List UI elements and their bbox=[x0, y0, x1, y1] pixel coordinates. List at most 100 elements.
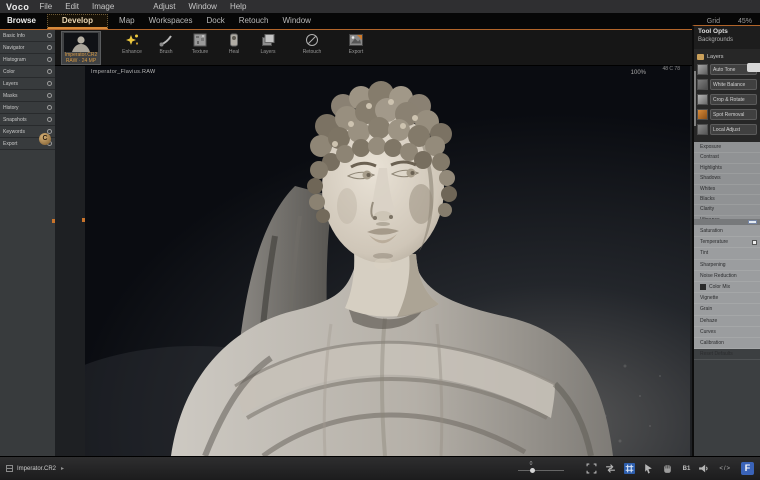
layers-icon bbox=[262, 34, 275, 46]
menu-window[interactable]: Window bbox=[189, 2, 217, 11]
panel-scrollbar[interactable] bbox=[694, 71, 696, 126]
adjustment-item[interactable]: Contrast bbox=[694, 153, 760, 164]
sidebar-item-histogram[interactable]: Histogram bbox=[0, 54, 55, 66]
panel-toggle-icon[interactable] bbox=[47, 45, 52, 50]
thumbnail-caption-2: RAW · 24 MP bbox=[65, 58, 97, 64]
export-tool-button[interactable]: Export bbox=[339, 33, 373, 55]
panel-toggle-icon[interactable] bbox=[47, 117, 52, 122]
panel-flyout-tab[interactable] bbox=[747, 63, 760, 72]
zoom-percentage[interactable]: 45% bbox=[738, 18, 752, 25]
tool-row-spot-removal[interactable]: Spot Removal bbox=[697, 107, 757, 122]
zoom-slider-knob[interactable] bbox=[529, 467, 535, 473]
statue-image[interactable] bbox=[85, 66, 690, 456]
thumbnail-image bbox=[64, 33, 98, 52]
sidebar-item-navigator[interactable]: Navigator bbox=[0, 42, 55, 54]
tab-workspaces[interactable]: Workspaces bbox=[142, 14, 200, 28]
adjustment-item[interactable]: Curves bbox=[694, 327, 760, 338]
photo-export-icon bbox=[349, 34, 363, 46]
tools-section-label: Layers bbox=[707, 53, 724, 60]
brush-tool-button[interactable]: Brush bbox=[149, 33, 183, 55]
zoom-slider-track[interactable] bbox=[517, 469, 564, 471]
menu-file[interactable]: File bbox=[39, 2, 52, 11]
grid-view-icon-active[interactable] bbox=[623, 463, 635, 474]
adjustment-item[interactable]: Grain bbox=[694, 304, 760, 316]
adjustment-item[interactable]: Temperature bbox=[694, 237, 760, 249]
tab-develop-active[interactable]: Develop bbox=[46, 13, 109, 29]
speaker-icon[interactable] bbox=[698, 463, 709, 474]
sidebar-item-layers[interactable]: Layers bbox=[0, 78, 55, 90]
tool-thumb-icon bbox=[697, 64, 708, 75]
thumbnail-grid-icon[interactable] bbox=[6, 465, 13, 472]
sidebar-item-basic-info[interactable]: Basic Info bbox=[0, 30, 55, 42]
adjustment-item[interactable]: Highlights bbox=[694, 164, 760, 175]
sidebar-item-color[interactable]: Color bbox=[0, 66, 55, 78]
pointer-icon[interactable] bbox=[643, 463, 654, 474]
tool-row-white-balance[interactable]: White Balance bbox=[697, 77, 757, 92]
tab-dock[interactable]: Dock bbox=[199, 14, 231, 28]
menu-edit[interactable]: Edit bbox=[65, 2, 79, 11]
adjustment-item[interactable]: Shadows bbox=[694, 174, 760, 185]
texture-tool-button[interactable]: Texture bbox=[183, 33, 217, 55]
zoom-slider-value: 0 bbox=[529, 460, 533, 467]
adjustment-item[interactable]: Noise Reduction bbox=[694, 271, 760, 282]
adjustment-item[interactable]: Color Mix bbox=[694, 282, 760, 294]
checkbox-icon[interactable] bbox=[752, 239, 757, 245]
panel-toggle-icon[interactable] bbox=[47, 93, 52, 98]
panel-toggle-icon[interactable] bbox=[47, 57, 52, 62]
sidebar-item-snapshots[interactable]: Snapshots bbox=[0, 114, 55, 126]
tab-map[interactable]: Map bbox=[112, 14, 142, 28]
filmstrip-thumbnail[interactable]: Imperator.CR2 RAW · 24 MP bbox=[61, 31, 101, 65]
heal-tool-button[interactable]: Heal bbox=[217, 33, 251, 55]
adjustment-item[interactable]: Vignette bbox=[694, 293, 760, 305]
sync-badge-icon[interactable]: C bbox=[39, 133, 51, 145]
tool-thumb-icon bbox=[697, 79, 708, 90]
retouch-tool-button[interactable]: Retouch bbox=[295, 33, 329, 55]
panel-toggle-icon[interactable] bbox=[47, 33, 52, 38]
filename-caret-icon[interactable]: ▸ bbox=[61, 465, 64, 472]
adjustment-item[interactable]: Whites bbox=[694, 185, 760, 195]
app-share-badge[interactable]: F bbox=[741, 462, 754, 475]
canvas-area: Imperator_Flavius.RAW 100% 48 C 78 bbox=[55, 66, 692, 456]
menu-image[interactable]: Image bbox=[92, 2, 114, 11]
adjustment-item[interactable]: Saturation bbox=[694, 226, 760, 238]
flip-compare-icon[interactable] bbox=[605, 463, 616, 474]
pan-hand-icon[interactable] bbox=[662, 463, 673, 474]
adjustment-item[interactable]: Exposure bbox=[694, 143, 760, 154]
image-filename-overlay: Imperator_Flavius.RAW bbox=[91, 69, 156, 75]
code-view-button[interactable]: </> bbox=[719, 466, 731, 472]
tool-row-local-adjust[interactable]: Local Adjust bbox=[697, 122, 757, 137]
grid-view-toggle[interactable]: Grid bbox=[707, 18, 720, 25]
tools-section-row[interactable]: Layers bbox=[697, 51, 757, 62]
layers-tool-button[interactable]: Layers bbox=[251, 33, 285, 55]
adjustment-item[interactable]: Sharpening bbox=[694, 260, 760, 271]
enhance-tool-button[interactable]: Enhance bbox=[115, 33, 149, 55]
compass-icon bbox=[306, 34, 318, 46]
tab-browse[interactable]: Browse bbox=[0, 14, 43, 28]
divider-chip-button[interactable] bbox=[748, 220, 757, 224]
photo-editor-window: Voco File Edit Image Adjust Window Help … bbox=[0, 0, 760, 480]
bit-depth-indicator[interactable]: B1 bbox=[683, 466, 691, 472]
menu-adjust[interactable]: Adjust bbox=[153, 2, 175, 11]
tool-thumb-icon-orange bbox=[697, 109, 708, 120]
tab-retouch[interactable]: Retouch bbox=[232, 14, 276, 28]
right-panel-header: Tool Opts Backgrounds bbox=[694, 26, 760, 49]
texture-icon bbox=[193, 33, 207, 47]
adjustment-item[interactable]: Blacks bbox=[694, 195, 760, 206]
sidebar-item-history[interactable]: History bbox=[0, 102, 55, 114]
menu-help[interactable]: Help bbox=[230, 2, 246, 11]
panel-toggle-icon[interactable] bbox=[47, 105, 52, 110]
menu-bar: Voco File Edit Image Adjust Window Help bbox=[0, 0, 760, 13]
tab-window[interactable]: Window bbox=[276, 14, 318, 28]
zoom-slider[interactable]: 0 bbox=[517, 460, 564, 474]
panel-toggle-icon[interactable] bbox=[47, 69, 52, 74]
adjustment-item[interactable]: Tint bbox=[694, 248, 760, 260]
sidebar-item-masks[interactable]: Masks bbox=[0, 90, 55, 102]
fit-screen-icon[interactable] bbox=[586, 463, 597, 474]
panel-toggle-icon[interactable] bbox=[47, 81, 52, 86]
adjustment-item[interactable]: Clarity bbox=[694, 205, 760, 216]
adjustment-item[interactable]: Dehaze bbox=[694, 316, 760, 327]
adjustment-item[interactable]: Calibration bbox=[694, 338, 760, 350]
tool-row-crop-rotate[interactable]: Crop & Rotate bbox=[697, 92, 757, 107]
adjustment-item[interactable]: Reset Defaults bbox=[694, 349, 760, 361]
image-info-overlay: 48 C 78 bbox=[662, 66, 680, 72]
